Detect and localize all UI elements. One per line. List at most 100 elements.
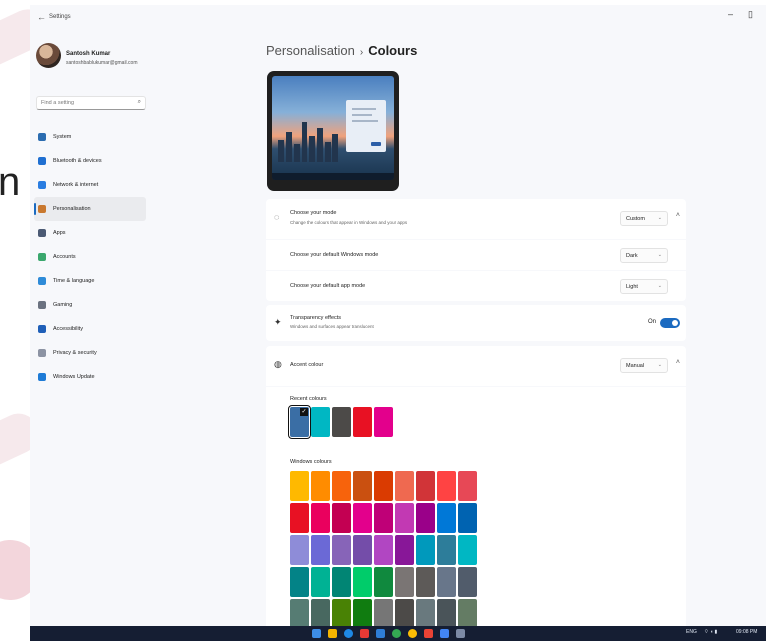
app-mode-dropdown[interactable]: Light ⌄ — [620, 279, 668, 294]
app-icon[interactable] — [408, 629, 417, 638]
sidebar-item-time-language[interactable]: Time & language — [34, 269, 146, 293]
start-icon[interactable] — [312, 629, 321, 638]
windows-colour-swatch[interactable] — [437, 503, 456, 533]
restore-button[interactable]: ▯ — [748, 9, 753, 20]
settings-taskbar-icon[interactable] — [456, 629, 465, 638]
windows-colour-swatch[interactable] — [311, 503, 330, 533]
windows-colour-swatch[interactable] — [290, 471, 309, 501]
app-icon[interactable] — [440, 629, 449, 638]
breadcrumb-parent[interactable]: Personalisation — [266, 43, 355, 58]
windows-colour-swatch[interactable] — [458, 535, 477, 565]
sidebar-item-network-internet[interactable]: Network & internet — [34, 173, 146, 197]
windows-colour-swatch[interactable] — [374, 535, 393, 565]
windows-colour-swatch[interactable] — [374, 503, 393, 533]
windows-colour-swatch[interactable] — [416, 567, 435, 597]
windows-colour-swatch[interactable] — [353, 471, 372, 501]
windows-colour-swatch[interactable] — [353, 503, 372, 533]
windows-colour-swatch[interactable] — [311, 567, 330, 597]
breadcrumb-separator: › — [359, 47, 364, 58]
windows-colour-swatch[interactable] — [332, 567, 351, 597]
sidebar-item-bluetooth-devices[interactable]: Bluetooth & devices — [34, 149, 146, 173]
windows-colour-swatch[interactable] — [290, 503, 309, 533]
transparency-toggle[interactable] — [660, 318, 680, 328]
tray-clock[interactable]: 09:08 PM — [736, 629, 757, 635]
windows-colour-swatch[interactable] — [437, 567, 456, 597]
recent-colour-swatch[interactable] — [332, 407, 351, 437]
windows-colour-swatch[interactable] — [311, 471, 330, 501]
screen: n ← Settings – ▯ Santosh Kumar santoshba… — [0, 0, 766, 641]
minimize-button[interactable]: – — [728, 9, 733, 19]
windows-colour-swatch[interactable] — [311, 535, 330, 565]
preview-window — [346, 100, 386, 152]
search-icon[interactable]: ⌕ — [138, 99, 141, 106]
mail-icon[interactable] — [376, 629, 385, 638]
windows-colour-swatch[interactable] — [437, 535, 456, 565]
windows-colour-swatch[interactable] — [290, 567, 309, 597]
windows-colour-swatch[interactable] — [290, 535, 309, 565]
sidebar-item-accounts[interactable]: Accounts — [34, 245, 146, 269]
recent-colour-swatch[interactable] — [374, 407, 393, 437]
accent-palette-icon: ◍ — [274, 359, 282, 369]
windows-colour-swatch[interactable] — [416, 503, 435, 533]
windows-colour-swatch[interactable] — [311, 599, 330, 626]
mode-subtitle: Change the colours that appear in Window… — [290, 220, 408, 225]
windows-colour-swatch[interactable] — [374, 471, 393, 501]
chrome-icon[interactable] — [392, 629, 401, 638]
windows-colour-swatch[interactable] — [458, 471, 477, 501]
windows-colour-swatch[interactable] — [332, 535, 351, 565]
sidebar-item-privacy-security[interactable]: Privacy & security — [34, 341, 146, 365]
sidebar-item-windows-update[interactable]: Windows Update — [34, 365, 146, 389]
mode-row[interactable]: ◌ Choose your mode Change the colours th… — [266, 199, 686, 239]
windows-colour-swatch[interactable] — [458, 567, 477, 597]
app-mode-value: Light — [626, 284, 638, 290]
sidebar-item-personalisation[interactable]: Personalisation — [34, 197, 146, 221]
windows-colour-swatch[interactable] — [395, 599, 414, 626]
file-explorer-icon[interactable] — [328, 629, 337, 638]
store-icon[interactable] — [360, 629, 369, 638]
tray-language[interactable]: ENG — [686, 629, 697, 635]
windows-colour-swatch[interactable] — [416, 535, 435, 565]
sidebar-item-label: Personalisation — [53, 206, 91, 212]
sidebar-item-gaming[interactable]: Gaming — [34, 293, 146, 317]
accent-row[interactable]: ◍ Accent colour Manual ⌄ ˄ — [266, 346, 686, 386]
brush-icon — [38, 205, 46, 213]
chevron-up-icon[interactable]: ˄ — [676, 212, 680, 219]
windows-colour-swatch[interactable] — [416, 471, 435, 501]
sidebar-item-accessibility[interactable]: Accessibility — [34, 317, 146, 341]
windows-mode-row: Choose your default Windows mode Dark ⌄ — [266, 240, 686, 270]
windows-colour-swatch[interactable] — [395, 535, 414, 565]
search-input[interactable]: Find a setting ⌕ — [36, 96, 146, 110]
wifi-icon[interactable]: ⌔ ◖ ▮ — [704, 629, 717, 635]
sidebar-item-apps[interactable]: Apps — [34, 221, 146, 245]
windows-colour-swatch[interactable] — [374, 599, 393, 626]
recent-colour-swatch[interactable] — [311, 407, 330, 437]
recent-colour-swatch[interactable]: ✓ — [288, 405, 311, 439]
windows-colour-swatch[interactable] — [290, 599, 309, 626]
windows-colour-swatch[interactable] — [437, 471, 456, 501]
app-icon[interactable] — [424, 629, 433, 638]
windows-colour-swatch[interactable] — [353, 567, 372, 597]
edge-icon[interactable] — [344, 629, 353, 638]
windows-colour-swatch[interactable] — [395, 567, 414, 597]
windows-colour-swatch[interactable] — [437, 599, 456, 626]
monitor-icon — [38, 133, 46, 141]
windows-colour-swatch[interactable] — [416, 599, 435, 626]
windows-colour-swatch[interactable] — [332, 503, 351, 533]
windows-colour-swatch[interactable] — [353, 599, 372, 626]
windows-colour-swatch[interactable] — [458, 503, 477, 533]
windows-colour-swatch[interactable] — [332, 599, 351, 626]
windows-colour-swatch[interactable] — [395, 471, 414, 501]
sidebar-item-system[interactable]: System — [34, 125, 146, 149]
accent-dropdown[interactable]: Manual ⌄ — [620, 358, 668, 373]
mode-dropdown[interactable]: Custom ⌄ — [620, 211, 668, 226]
windows-colour-swatch[interactable] — [395, 503, 414, 533]
windows-colour-swatch[interactable] — [374, 567, 393, 597]
back-arrow-icon[interactable]: ← — [37, 12, 46, 22]
windows-colour-swatch[interactable] — [332, 471, 351, 501]
chevron-up-icon[interactable]: ˄ — [676, 359, 680, 366]
avatar[interactable] — [36, 43, 61, 68]
windows-colour-swatch[interactable] — [458, 599, 477, 626]
windows-mode-dropdown[interactable]: Dark ⌄ — [620, 248, 668, 263]
windows-colour-swatch[interactable] — [353, 535, 372, 565]
recent-colour-swatch[interactable] — [353, 407, 372, 437]
